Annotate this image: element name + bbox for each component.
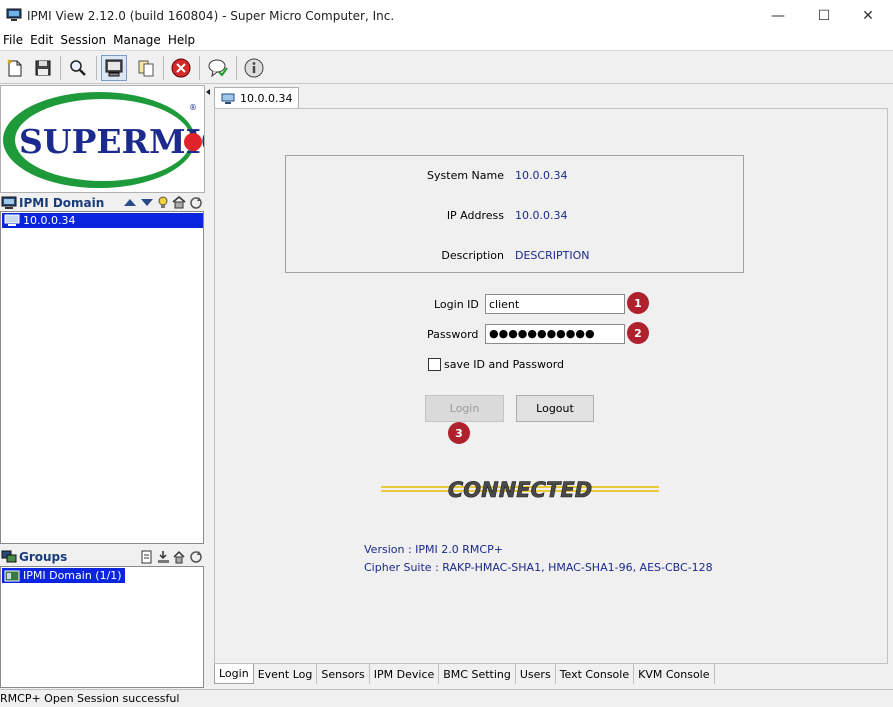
group-refresh-icon[interactable] [189,550,203,564]
login-button[interactable]: Login [425,395,504,422]
ip-address-value: 10.0.0.34 [515,209,568,222]
logo-registered: ® [189,103,197,112]
copy-icon [138,60,154,77]
cipher-suite-text: Cipher Suite : RAKP-HMAC-SHA1, HMAC-SHA1… [364,561,713,574]
group-item-label: IPMI Domain (1/1) [23,569,122,582]
logout-button[interactable]: Logout [516,395,594,422]
system-info-box: System Name 10.0.0.34 IP Address 10.0.0.… [285,155,744,273]
chat-icon [208,59,228,78]
ipmi-domain-tree: 10.0.0.34 [0,211,204,544]
minimize-button[interactable]: — [755,0,801,32]
menu-file[interactable]: File [0,32,26,50]
save-credentials-checkbox[interactable] [428,358,441,371]
chat-button[interactable] [205,55,231,81]
app-icon [6,8,22,21]
toolbar [0,50,893,84]
system-name-value: 10.0.0.34 [515,169,568,182]
tab-ipm-device[interactable]: IPM Device [370,664,440,684]
stop-icon [171,58,191,78]
status-bar: RMCP+ Open Session successful [0,689,893,707]
supermicro-logo-graphic: SUPERMICR ® [3,92,255,188]
login-panel: System Name 10.0.0.34 IP Address 10.0.0.… [214,108,888,664]
save-credentials-label: save ID and Password [444,358,565,371]
tab-bmc-setting[interactable]: BMC Setting [439,664,516,684]
step-badge-3: 3 [448,422,470,444]
tab-login[interactable]: Login [214,664,254,684]
menu-manage[interactable]: Manage [110,32,164,50]
domain-icon [1,196,17,209]
window-title: IPMI View 2.12.0 (build 160804) - Super … [27,9,395,23]
menu-session[interactable]: Session [57,32,109,50]
ip-address-label: IP Address [446,209,504,222]
supermicro-logo: SUPERMICR ® [0,85,255,193]
password-label: Password [427,328,479,341]
title-bar: IPMI View 2.12.0 (build 160804) - Super … [0,0,893,32]
group-folder-icon [4,570,20,582]
session-tab-strip: 10.0.0.34 [210,85,893,109]
description-label: Description [441,249,504,262]
new-icon [7,59,22,77]
system-name-label: System Name [427,169,504,182]
tab-sensors[interactable]: Sensors [317,664,370,684]
copy-button[interactable] [133,55,159,81]
save-icon [35,60,51,76]
tab-event-log[interactable]: Event Log [254,664,318,684]
groups-tree: IPMI Domain (1/1) [0,566,204,688]
step-badge-1: 1 [627,292,649,314]
search-button[interactable] [65,55,91,81]
login-id-label: Login ID [434,298,479,311]
menu-bar: File Edit Session Manage Help [0,32,893,50]
stop-button[interactable] [168,55,194,81]
tree-item-group[interactable]: IPMI Domain (1/1) [2,568,125,583]
host-icon [4,214,20,226]
left-panel: SUPERMICR ® IPMI Domain 10.0.0.34 [0,85,255,688]
groups-icon [1,550,17,563]
menu-edit[interactable]: Edit [27,32,56,50]
move-down-icon[interactable] [140,196,154,208]
group-download-icon[interactable] [157,550,170,564]
tab-text-console[interactable]: Text Console [556,664,635,684]
close-button[interactable]: ✕ [845,0,891,32]
maximize-button[interactable]: ☐ [801,0,847,32]
save-button[interactable] [30,55,56,81]
description-value: DESCRIPTION [515,249,590,262]
bottom-tab-bar: Login Event Log Sensors IPM Device BMC S… [214,664,715,684]
status-text: RMCP+ Open Session successful [0,692,180,705]
group-edit-icon[interactable] [141,550,154,564]
lightbulb-icon[interactable] [157,196,169,210]
step-badge-2: 2 [627,322,649,344]
tab-users[interactable]: Users [516,664,556,684]
groups-header: Groups [0,549,205,565]
move-up-icon[interactable] [123,196,137,208]
host-tab-icon [221,93,235,104]
tree-item-label: 10.0.0.34 [23,214,76,227]
logo-text: SUPERMICR [19,122,204,161]
login-id-input[interactable] [485,294,625,314]
connected-text: CONNECTED [448,478,592,502]
search-icon [70,60,86,76]
version-text: Version : IPMI 2.0 RMCP+ [364,543,503,556]
ipmi-domain-header: IPMI Domain [0,195,205,211]
tab-kvm-console[interactable]: KVM Console [634,664,715,684]
groups-label: Groups [19,550,68,564]
connected-banner: CONNECTED [381,474,659,504]
tab-session[interactable]: 10.0.0.34 [214,87,300,109]
tab-label: 10.0.0.34 [240,92,293,105]
refresh-icon[interactable] [189,196,203,210]
tree-item-host[interactable]: 10.0.0.34 [2,213,203,228]
password-input[interactable]: ●●●●●●●●●●● [485,324,625,344]
monitor-button[interactable] [101,55,127,81]
new-button[interactable] [2,55,28,81]
home-icon[interactable] [172,196,186,209]
ipmi-domain-label: IPMI Domain [19,196,105,210]
info-icon [244,58,264,78]
group-upload-icon[interactable] [173,550,186,564]
monitor-icon [105,59,123,77]
info-button[interactable] [241,55,267,81]
menu-help[interactable]: Help [165,32,198,50]
